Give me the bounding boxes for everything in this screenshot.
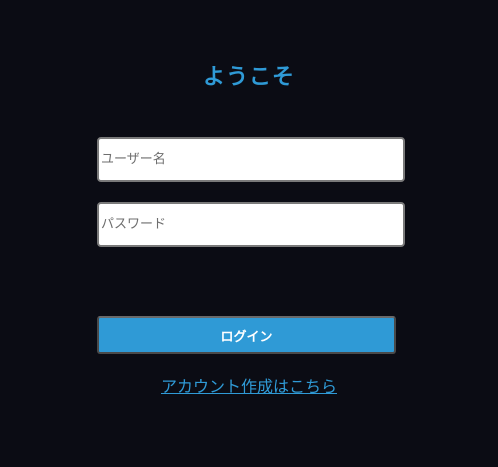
create-account-link[interactable]: アカウント作成はこちら bbox=[161, 377, 337, 396]
login-button[interactable]: ログイン bbox=[97, 316, 396, 354]
password-input[interactable] bbox=[97, 202, 405, 247]
signup-link-container: アカウント作成はこちら bbox=[0, 376, 498, 398]
page-title: ようこそ bbox=[202, 65, 295, 90]
username-input[interactable] bbox=[97, 137, 405, 182]
